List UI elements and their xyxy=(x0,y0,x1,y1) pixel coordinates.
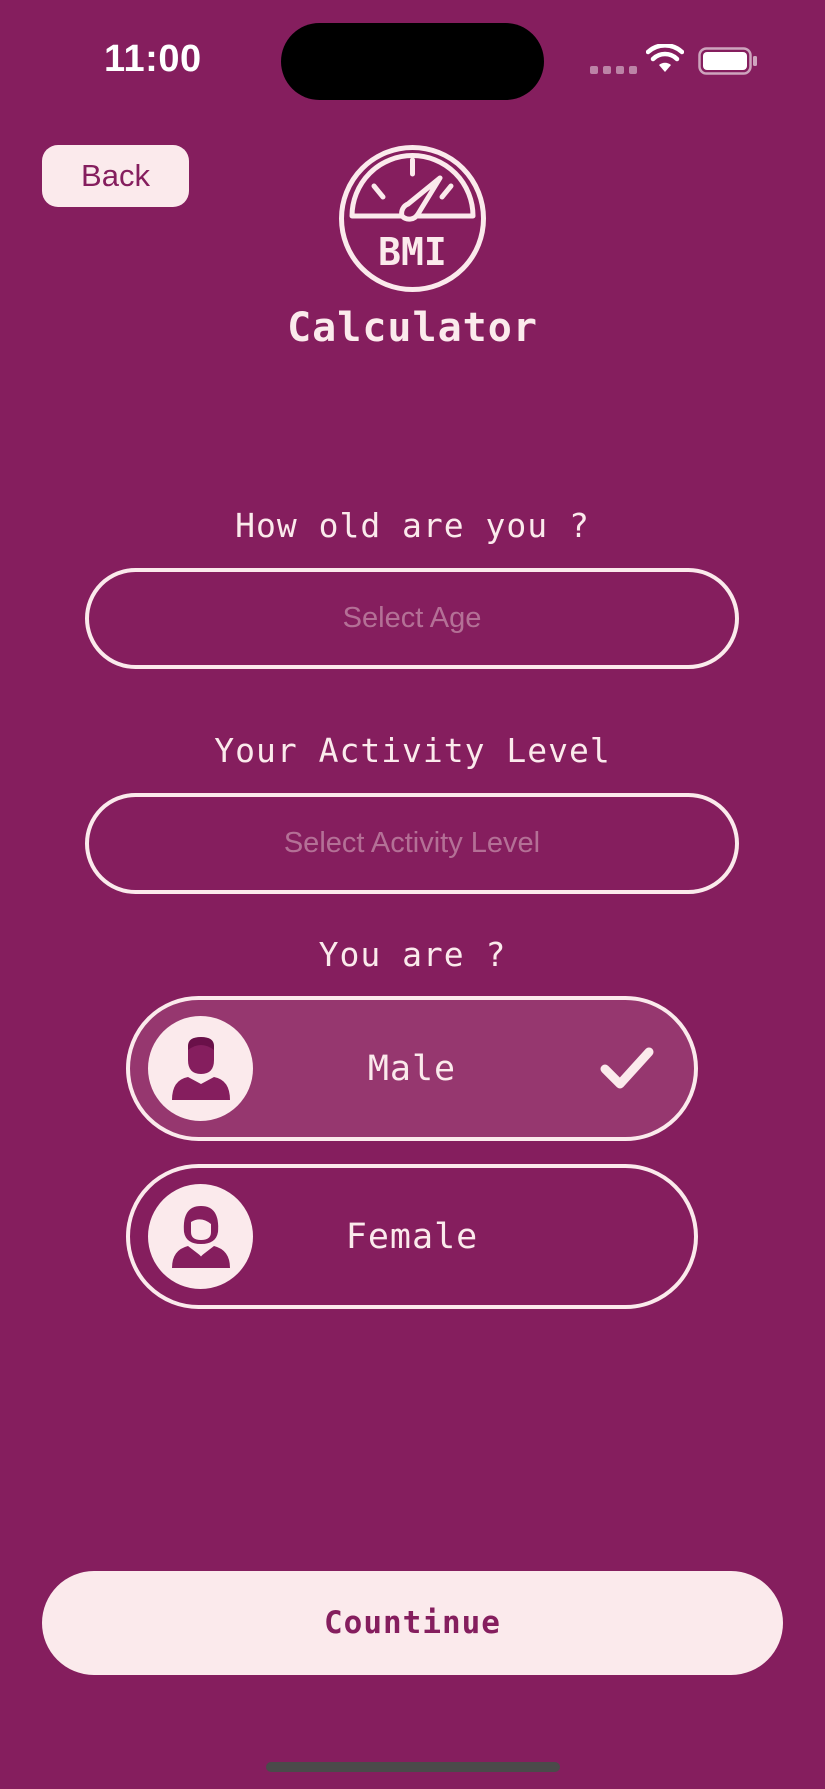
bmi-gauge-logo-icon: BMI xyxy=(339,145,486,292)
male-avatar-icon xyxy=(148,1016,253,1121)
battery-icon xyxy=(698,47,757,75)
home-indicator[interactable] xyxy=(266,1762,560,1772)
status-time: 11:00 xyxy=(104,38,202,80)
check-icon xyxy=(600,1047,654,1089)
bmi-screen: 11:00 Back BMI Calculator How old are yo… xyxy=(0,0,825,1789)
app-title: Calculator xyxy=(287,305,538,351)
back-button[interactable]: Back xyxy=(42,145,189,207)
age-label: How old are you ? xyxy=(235,506,590,545)
activity-select[interactable]: Select Activity Level xyxy=(85,793,739,894)
activity-label: Your Activity Level xyxy=(214,731,611,770)
dynamic-island xyxy=(281,23,544,100)
age-select[interactable]: Select Age xyxy=(85,568,739,669)
gender-option-female[interactable]: Female xyxy=(126,1164,698,1309)
continue-button[interactable]: Countinue xyxy=(42,1571,783,1675)
cellular-signal-icon xyxy=(590,66,637,74)
gender-option-male[interactable]: Male xyxy=(126,996,698,1141)
gender-label: You are ? xyxy=(318,935,507,974)
female-avatar-icon xyxy=(148,1184,253,1289)
wifi-icon xyxy=(646,44,684,72)
logo-text: BMI xyxy=(378,230,447,274)
